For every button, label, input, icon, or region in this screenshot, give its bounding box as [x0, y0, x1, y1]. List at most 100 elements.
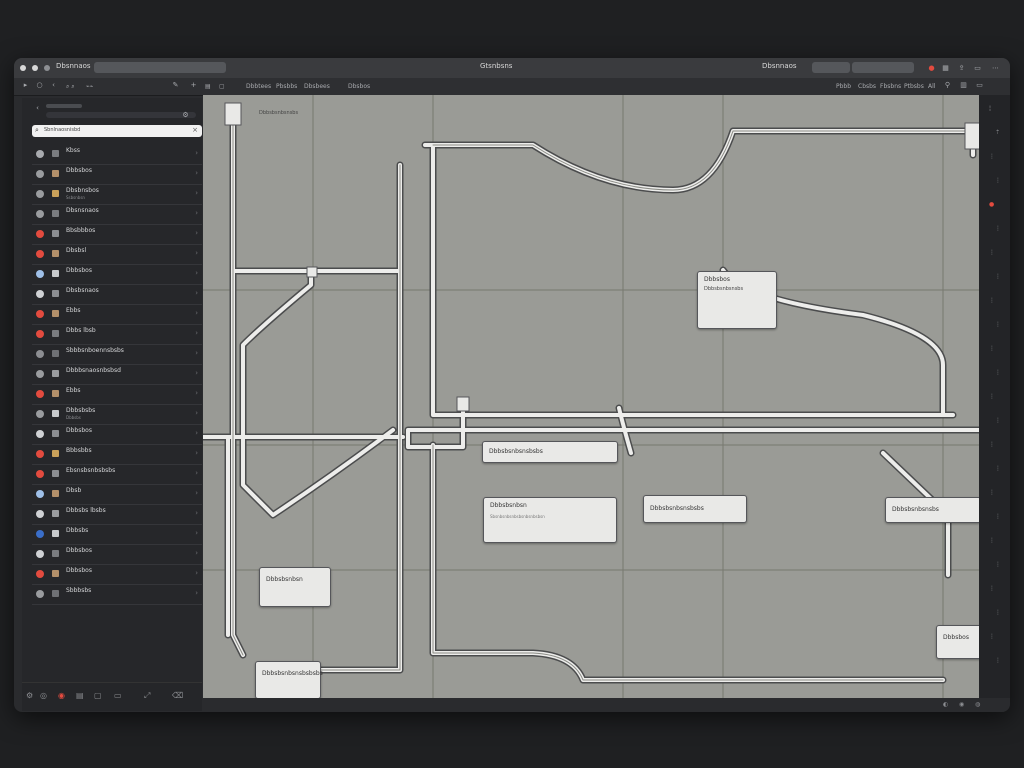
- sidebar-search[interactable]: ⌕ Sbnlnaosnisbd ×: [32, 125, 202, 137]
- toolbar-right-4[interactable]: Ptbsbs: [904, 83, 924, 90]
- chevron-icon[interactable]: ›: [195, 529, 198, 537]
- diagram-node-n1[interactable]: Dbbsbos Dbbsbsnbsnsbs: [697, 271, 777, 329]
- toolbar-right-1[interactable]: Pbbb: [836, 83, 851, 90]
- connector-block[interactable]: [224, 102, 242, 126]
- record-icon[interactable]: ●: [928, 65, 935, 72]
- right-tool-icon[interactable]: ⋮: [989, 585, 995, 592]
- grid-icon[interactable]: ▦: [942, 65, 949, 72]
- window-icon[interactable]: ▭: [974, 65, 981, 72]
- title-right-field-2[interactable]: [852, 62, 914, 73]
- sidebar-item[interactable]: Dbbs lbsb ›: [32, 324, 202, 345]
- right-tool-icon[interactable]: ⋮: [995, 609, 1001, 616]
- sidebar-item[interactable]: Dbsnsnaos ›: [32, 204, 202, 225]
- title-search-field[interactable]: [94, 62, 226, 73]
- diagram-node-n4[interactable]: Dbbsbsnbsnsbsbs: [643, 495, 747, 523]
- zoom-window-button[interactable]: [44, 65, 50, 71]
- sidebar-item[interactable]: Dbbsbos ›: [32, 164, 202, 185]
- sidebar-back-icon[interactable]: ‹: [34, 105, 41, 112]
- right-tool-icon[interactable]: ⋮: [995, 225, 1001, 232]
- diagram-node-n7-visible[interactable]: Dbbsbsnbsnsbsbsbs: [255, 661, 323, 698]
- right-tool-icon[interactable]: ⋮: [989, 393, 995, 400]
- toolbar-menu-1[interactable]: ▤: [205, 83, 211, 90]
- right-tool-icon[interactable]: ⋮: [989, 345, 995, 352]
- share-icon[interactable]: ⇪: [958, 65, 965, 72]
- clear-search-icon[interactable]: ×: [192, 126, 198, 134]
- alert-icon[interactable]: ◉: [58, 691, 65, 700]
- title-right-field[interactable]: [812, 62, 850, 73]
- back-icon[interactable]: ‹: [50, 82, 57, 89]
- plus-icon[interactable]: +: [190, 82, 197, 89]
- sidebar-item[interactable]: Ebsnsbsnbsbsbs ›: [32, 464, 202, 485]
- right-tool-icon[interactable]: ⋮: [989, 153, 995, 160]
- right-tool-icon[interactable]: ⋮: [995, 465, 1001, 472]
- chevron-icon[interactable]: ›: [195, 269, 198, 277]
- chevron-icon[interactable]: ›: [195, 309, 198, 317]
- sidebar-toggle-icon[interactable]: ▸: [22, 82, 29, 89]
- sidebar-item[interactable]: Dbbsbs ›: [32, 524, 202, 545]
- sidebar-item[interactable]: Ebbs ›: [32, 304, 202, 325]
- diagram-node-n6[interactable]: Dbbsbsnbsn: [259, 567, 331, 607]
- chevron-icon[interactable]: ›: [195, 149, 198, 157]
- chevron-icon[interactable]: ›: [195, 229, 198, 237]
- right-tool-icon[interactable]: ⇡: [995, 129, 1000, 136]
- chevron-icon[interactable]: ›: [195, 249, 198, 257]
- layout-icon[interactable]: ▥: [960, 82, 967, 89]
- expand-icon[interactable]: ⤢: [144, 691, 150, 701]
- right-tool-icon[interactable]: ⋮: [995, 273, 1001, 280]
- chevron-icon[interactable]: ›: [195, 289, 198, 297]
- chevron-icon[interactable]: ›: [195, 469, 198, 477]
- toolbar-menu-3[interactable]: Dbbtees: [246, 83, 271, 90]
- toolbar-item-1[interactable]: ⌕ ⌕: [66, 83, 75, 91]
- zoom-in-icon[interactable]: ◉: [959, 701, 964, 708]
- diagram-node-n8[interactable]: Dbbsbos: [936, 625, 979, 659]
- toolbar-menu-4[interactable]: Pbsbbs: [276, 83, 297, 90]
- sidebar-item[interactable]: Dbsbsl ›: [32, 244, 202, 265]
- right-tool-icon[interactable]: ⋮: [995, 321, 1001, 328]
- right-tool-icon[interactable]: ⋮: [989, 249, 995, 256]
- tag-icon[interactable]: ▢: [94, 691, 102, 700]
- chevron-icon[interactable]: ›: [195, 449, 198, 457]
- minimize-window-button[interactable]: [32, 65, 38, 71]
- paint-icon[interactable]: ✎: [172, 82, 179, 89]
- list-icon[interactable]: ▤: [76, 691, 84, 700]
- sidebar-item[interactable]: Dbsb ›: [32, 484, 202, 505]
- right-tool-icon[interactable]: ⋮: [995, 561, 1001, 568]
- chevron-icon[interactable]: ›: [195, 349, 198, 357]
- sidebar-item[interactable]: Dbbsbos ›: [32, 264, 202, 285]
- circle-icon[interactable]: ○: [36, 82, 43, 89]
- right-tool-icon[interactable]: ⋮: [995, 369, 1001, 376]
- diagram-node-n5[interactable]: Dbbsbsnbsnsbs: [885, 497, 979, 523]
- chevron-icon[interactable]: ›: [195, 409, 198, 417]
- chevron-icon[interactable]: ›: [195, 429, 198, 437]
- right-tool-icon[interactable]: ●: [989, 201, 994, 208]
- chevron-icon[interactable]: ›: [195, 589, 198, 597]
- filter-icon[interactable]: ⚲: [944, 82, 951, 89]
- chevron-icon[interactable]: ›: [195, 569, 198, 577]
- right-tool-icon[interactable]: ⋮: [989, 633, 995, 640]
- chevron-icon[interactable]: ›: [195, 169, 198, 177]
- settings-icon[interactable]: ⚙: [26, 691, 33, 700]
- toolbar-right-2[interactable]: Cbsbs: [858, 83, 876, 90]
- right-tool-icon[interactable]: ⋮: [989, 537, 995, 544]
- more-icon[interactable]: ⋯: [992, 65, 999, 72]
- right-tool-icon[interactable]: ⋮: [989, 441, 995, 448]
- close-window-button[interactable]: [20, 65, 26, 71]
- chevron-icon[interactable]: ›: [195, 369, 198, 377]
- sidebar-item[interactable]: Sbbbsnboennsbsbs ›: [32, 344, 202, 365]
- toolbar-right-5[interactable]: All: [928, 83, 935, 90]
- toolbar-menu-6[interactable]: Dbsbos: [348, 83, 370, 90]
- toolbar-item-2[interactable]: ⌁⌁: [86, 83, 93, 90]
- chevron-icon[interactable]: ›: [195, 489, 198, 497]
- sidebar-item[interactable]: Dbbsbsbs Dbbsbs ›: [32, 404, 202, 425]
- sidebar-item[interactable]: Ebbs ›: [32, 384, 202, 405]
- sidebar-item[interactable]: Dbbsbos ›: [32, 424, 202, 445]
- sidebar-item[interactable]: Dbsbnsbos Ssbsnbsn ›: [32, 184, 202, 205]
- trash-icon[interactable]: ⌫: [172, 691, 183, 700]
- right-tool-icon[interactable]: ¦: [989, 105, 991, 112]
- fit-view-icon[interactable]: ◍: [975, 701, 980, 708]
- layers-icon[interactable]: ◎: [40, 691, 47, 700]
- sidebar-item[interactable]: Kbss ›: [32, 144, 202, 165]
- sidebar-item[interactable]: Dbbsbs lbsbs ›: [32, 504, 202, 525]
- sidebar-filter-bar[interactable]: [46, 112, 196, 118]
- chevron-icon[interactable]: ›: [195, 509, 198, 517]
